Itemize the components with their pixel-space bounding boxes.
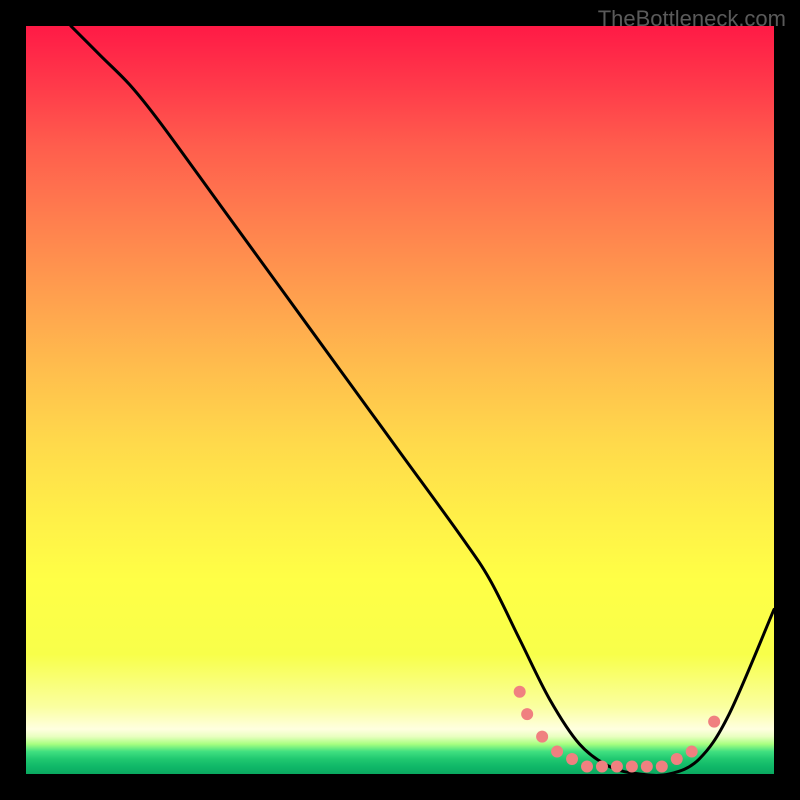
chart-svg	[26, 26, 774, 774]
bottleneck-curve-path	[71, 26, 774, 774]
curve-marker-dot	[551, 746, 563, 758]
curve-marker-dot	[581, 761, 593, 773]
watermark-text: TheBottleneck.com	[598, 6, 786, 32]
curve-marker-dot	[671, 753, 683, 765]
curve-marker-dot	[686, 746, 698, 758]
curve-marker-dot	[708, 716, 720, 728]
curve-marker-dot	[536, 731, 548, 743]
chart-plot-area	[26, 26, 774, 774]
curve-marker-dot	[566, 753, 578, 765]
curve-marker-dot	[611, 761, 623, 773]
curve-marker-dot	[626, 761, 638, 773]
curve-marker-dot	[521, 708, 533, 720]
curve-marker-dot	[656, 761, 668, 773]
curve-markers	[514, 686, 720, 773]
curve-marker-dot	[641, 761, 653, 773]
curve-marker-dot	[596, 761, 608, 773]
curve-marker-dot	[514, 686, 526, 698]
bottleneck-curve-line	[71, 26, 774, 774]
